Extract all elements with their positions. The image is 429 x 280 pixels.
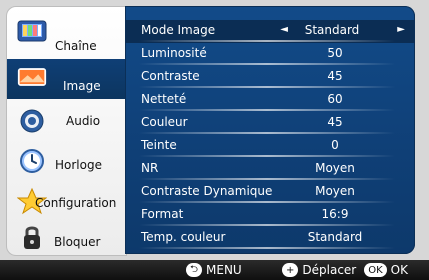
setting-name: Mode Image	[141, 23, 216, 37]
setting-row-temp-couleur[interactable]: Temp. couleur Standard	[125, 227, 415, 250]
row-divider	[139, 109, 395, 111]
sidebar-item-label: Horloge	[55, 158, 102, 172]
sidebar-item-label: Audio	[66, 114, 101, 128]
setting-name: Contraste Dynamique	[141, 184, 273, 198]
setting-row-couleur[interactable]: Couleur 45	[125, 112, 415, 135]
tv-channel-icon	[17, 18, 47, 46]
menu-label: MENU	[206, 263, 242, 277]
setting-value: Standard	[304, 23, 360, 37]
setting-name: Format	[141, 207, 184, 221]
setting-row-nettete[interactable]: Netteté 60	[125, 89, 415, 112]
setting-value: 45	[327, 115, 343, 129]
speaker-icon	[17, 107, 47, 135]
clock-icon	[17, 147, 47, 175]
setting-row-teinte[interactable]: Teinte 0	[125, 135, 415, 158]
setting-name: Contraste	[141, 69, 200, 83]
sidebar-item-configuration[interactable]: Configuration	[7, 183, 126, 223]
row-divider	[139, 247, 395, 249]
row-divider	[139, 201, 395, 203]
row-divider	[139, 155, 395, 157]
row-divider	[139, 86, 395, 88]
setting-value: 0	[331, 138, 339, 152]
sidebar-item-horloge[interactable]: Horloge	[7, 143, 126, 183]
footer-help-bar: ⮌ MENU + Déplacer OK OK	[0, 260, 429, 280]
setting-value: Standard	[307, 230, 363, 244]
sidebar-item-image[interactable]: Image	[7, 59, 126, 99]
sidebar-item-label: Image	[63, 79, 101, 93]
menu-return-icon: ⮌	[186, 263, 203, 277]
sidebar-item-audio[interactable]: Audio	[7, 103, 126, 143]
sidebar-item-label: Chaîne	[55, 39, 97, 53]
ok-label: OK	[390, 263, 408, 277]
lock-icon	[17, 223, 47, 251]
setting-row-format[interactable]: Format 16:9	[125, 204, 415, 227]
setting-name: Teinte	[141, 138, 177, 152]
ok-button-icon: OK	[364, 263, 387, 277]
setting-name: Netteté	[141, 92, 187, 106]
move-hint: + Déplacer OK OK	[282, 262, 408, 278]
setting-name: NR	[141, 161, 159, 175]
row-divider	[139, 224, 395, 226]
image-settings-panel: Mode Image ◄ Standard ► Luminosité 50 Co…	[125, 6, 415, 254]
row-divider	[139, 178, 395, 180]
setting-value: 60	[327, 92, 343, 106]
setting-row-luminosite[interactable]: Luminosité 50	[125, 43, 415, 66]
dpad-icon: +	[282, 263, 299, 277]
picture-icon	[17, 63, 47, 91]
sidebar-item-bloquer[interactable]: Bloquer	[7, 219, 126, 259]
setting-value: Moyen	[315, 161, 355, 175]
setting-value: 45	[327, 69, 343, 83]
sidebar-item-label: Bloquer	[54, 235, 101, 249]
row-divider	[139, 132, 395, 134]
sidebar-item-chaine[interactable]: Chaîne	[7, 14, 126, 54]
menu-hint: ⮌ MENU	[186, 262, 242, 278]
sidebar-item-label: Configuration	[35, 196, 117, 210]
setting-value: 50	[327, 46, 343, 60]
move-label: Déplacer	[302, 263, 357, 277]
setting-value: 16:9	[321, 207, 349, 221]
setting-row-contraste-dynamique[interactable]: Contraste Dynamique Moyen	[125, 181, 415, 204]
sidebar: Chaîne Image Audio Horloge Configuration…	[6, 6, 127, 256]
row-divider	[139, 40, 395, 42]
right-arrow-icon[interactable]: ►	[397, 24, 405, 35]
setting-row-mode-image[interactable]: Mode Image ◄ Standard ►	[125, 20, 415, 43]
setting-name: Temp. couleur	[141, 230, 226, 244]
setting-value: Moyen	[315, 184, 355, 198]
setting-name: Couleur	[141, 115, 188, 129]
row-divider	[139, 63, 395, 65]
setting-row-contraste[interactable]: Contraste 45	[125, 66, 415, 89]
setting-row-nr[interactable]: NR Moyen	[125, 158, 415, 181]
setting-name: Luminosité	[141, 46, 207, 60]
